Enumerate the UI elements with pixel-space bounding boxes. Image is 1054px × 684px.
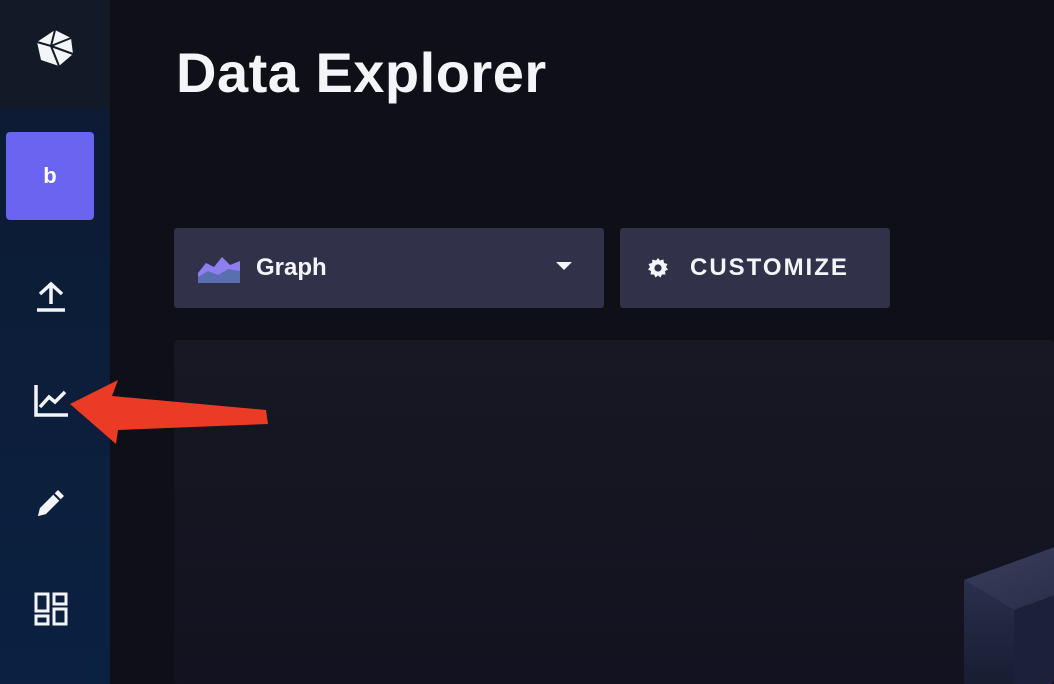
org-initial: b — [43, 163, 57, 188]
logo-area[interactable] — [0, 0, 110, 108]
dashboard-grid-icon — [34, 592, 68, 626]
pencil-icon — [38, 490, 64, 516]
main-content: Data Explorer Graph CUSTOMIZE — [110, 0, 1054, 684]
chevron-down-icon — [556, 262, 572, 270]
customize-label: CUSTOMIZE — [690, 254, 849, 281]
graph-panel — [174, 340, 1054, 684]
cube-illustration — [964, 547, 1054, 684]
nav-item-dashboards[interactable] — [26, 584, 76, 634]
influx-cube-logo-icon — [36, 29, 74, 67]
gear-icon — [648, 258, 668, 278]
view-type-label: Graph — [256, 254, 327, 281]
customize-button[interactable]: CUSTOMIZE — [620, 228, 890, 308]
annotation-arrow-icon — [70, 380, 268, 444]
page-title: Data Explorer — [176, 41, 547, 104]
app-window: b Data Explorer Graph CUSTOMIZE — [0, 0, 1054, 684]
upload-icon — [37, 281, 65, 312]
graph-area-icon — [198, 257, 240, 283]
org-button[interactable]: b — [6, 132, 94, 220]
view-type-dropdown[interactable]: Graph — [174, 228, 604, 308]
nav-item-load-data[interactable] — [26, 272, 76, 322]
nav-item-notebooks[interactable] — [26, 478, 76, 528]
sidebar: b — [0, 0, 110, 684]
